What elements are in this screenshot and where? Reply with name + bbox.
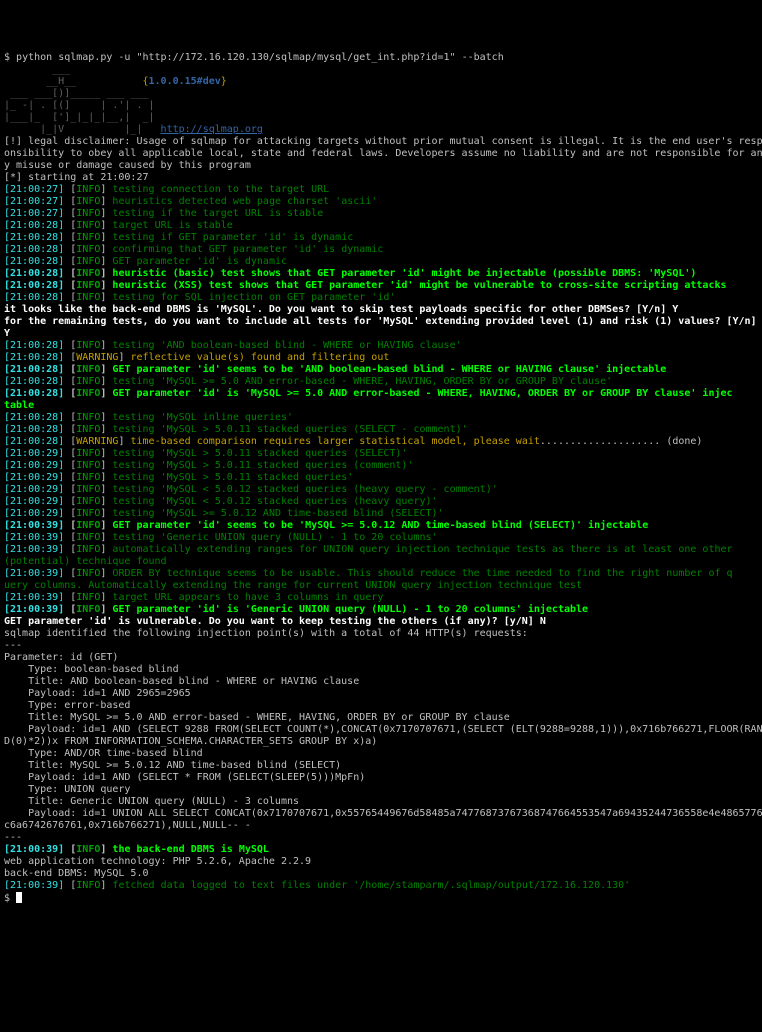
user-prompt: GET parameter 'id' is vulnerable. Do you… — [4, 616, 762, 628]
log-line: [21:00:28] [INFO] testing 'MySQL inline … — [4, 412, 762, 424]
log-line: [21:00:28] [INFO] testing 'MySQL >= 5.0 … — [4, 376, 762, 388]
log-line: [21:00:28] [INFO] GET parameter 'id' see… — [4, 364, 762, 376]
user-prompt: it looks like the back-end DBMS is 'MySQ… — [4, 304, 762, 316]
log-line: [21:00:28] [INFO] heuristic (XSS) test s… — [4, 280, 762, 292]
webapp-tech: web application technology: PHP 5.2.6, A… — [4, 856, 762, 868]
log-line: [21:00:29] [INFO] testing 'MySQL > 5.0.1… — [4, 460, 762, 472]
backend-dbms-line: [21:00:39] [INFO] the back-end DBMS is M… — [4, 844, 762, 856]
log-line: [21:00:29] [INFO] testing 'MySQL < 5.0.1… — [4, 496, 762, 508]
log-line: [21:00:39] [INFO] fetched data logged to… — [4, 880, 762, 892]
log-line: [21:00:28] [WARNING] time-based comparis… — [4, 436, 762, 448]
log-line: [21:00:39] [INFO] target URL appears to … — [4, 592, 762, 604]
command-line[interactable]: $ python sqlmap.py -u "http://172.16.120… — [4, 52, 762, 64]
log-line: [21:00:29] [INFO] testing 'MySQL > 5.0.1… — [4, 472, 762, 484]
disclaimer: [!] legal disclaimer: Usage of sqlmap fo… — [4, 136, 762, 172]
shell-prompt[interactable]: $ — [4, 892, 762, 905]
log-line: [21:00:28] [INFO] GET parameter 'id' is … — [4, 256, 762, 268]
user-prompt: for the remaining tests, do you want to … — [4, 316, 762, 340]
identified-line: sqlmap identified the following injectio… — [4, 628, 762, 640]
log-line: [21:00:28] [WARNING] reflective value(s)… — [4, 352, 762, 364]
log-line: [21:00:28] [INFO] confirming that GET pa… — [4, 244, 762, 256]
log-line: [21:00:28] [INFO] testing if GET paramet… — [4, 232, 762, 244]
starting-line: [*] starting at 21:00:27 — [4, 172, 762, 184]
backend-dbms: back-end DBMS: MySQL 5.0 — [4, 868, 762, 880]
log-line: [21:00:27] [INFO] testing if the target … — [4, 208, 762, 220]
log-line: [21:00:28] [INFO] testing 'MySQL > 5.0.1… — [4, 424, 762, 436]
log-line: [21:00:27] [INFO] testing connection to … — [4, 184, 762, 196]
terminal[interactable]: $ python sqlmap.py -u "http://172.16.120… — [4, 52, 762, 905]
log-line: [21:00:39] [INFO] testing 'Generic UNION… — [4, 532, 762, 544]
sqlmap-url[interactable]: http://sqlmap.org — [161, 124, 263, 135]
log-line: [21:00:27] [INFO] heuristics detected we… — [4, 196, 762, 208]
log-line: [21:00:29] [INFO] testing 'MySQL > 5.0.1… — [4, 448, 762, 460]
log-line: [21:00:28] [INFO] target URL is stable — [4, 220, 762, 232]
log-line: [21:00:28] [INFO] testing for SQL inject… — [4, 292, 762, 304]
cursor-icon — [16, 892, 22, 903]
log-line: [21:00:39] [INFO] GET parameter 'id' is … — [4, 604, 762, 616]
log-line: [21:00:39] [INFO] GET parameter 'id' see… — [4, 520, 762, 532]
log-line: [21:00:28] [INFO] testing 'AND boolean-b… — [4, 340, 762, 352]
log-line: [21:00:29] [INFO] testing 'MySQL < 5.0.1… — [4, 484, 762, 496]
parameter-header: Parameter: id (GET) — [4, 652, 762, 664]
log-line: [21:00:28] [INFO] heuristic (basic) test… — [4, 268, 762, 280]
log-line: [21:00:29] [INFO] testing 'MySQL >= 5.0.… — [4, 508, 762, 520]
